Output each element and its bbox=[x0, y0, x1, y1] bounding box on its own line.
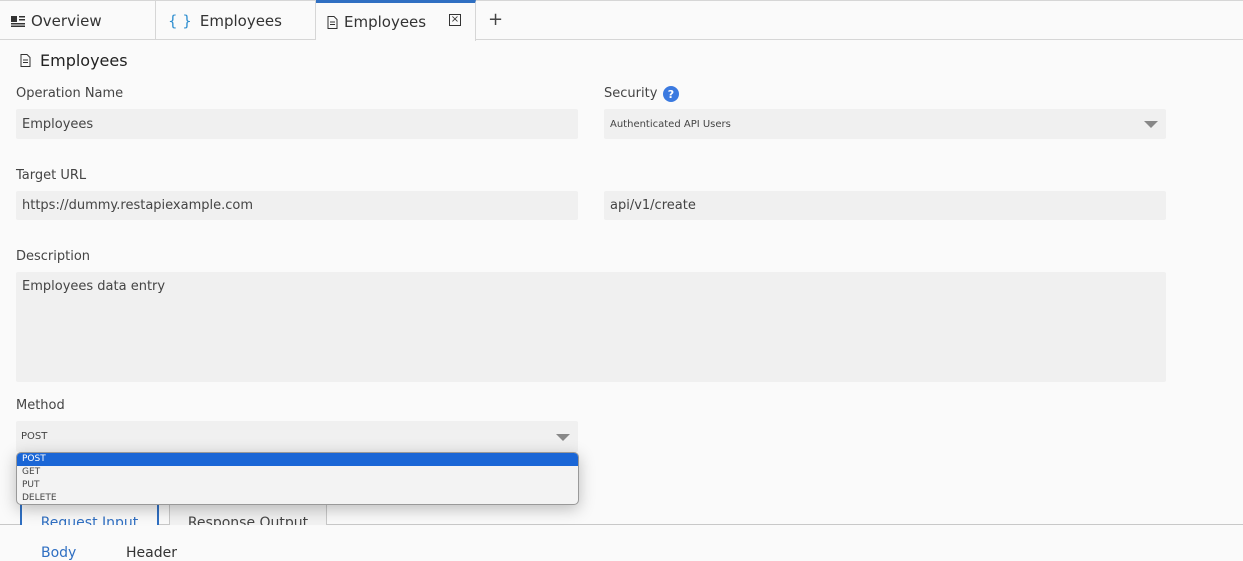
chevron-down-icon bbox=[556, 434, 570, 441]
operation-name-value: Employees bbox=[22, 116, 94, 132]
method-label: Method bbox=[16, 398, 65, 413]
tab-bar: Overview { } Employees Employees × + bbox=[0, 0, 1243, 41]
document-icon bbox=[20, 54, 31, 67]
tab-label: Employees bbox=[344, 13, 427, 31]
tab-label: Overview bbox=[31, 11, 102, 30]
method-dropdown-list: POST GET PUT DELETE bbox=[16, 452, 579, 505]
tab-overview[interactable]: Overview bbox=[0, 1, 156, 40]
tab-label: Employees bbox=[199, 11, 282, 30]
page-title: Employees bbox=[20, 51, 128, 70]
chevron-down-icon bbox=[1144, 121, 1158, 128]
tab-employees-operation[interactable]: Employees × bbox=[316, 0, 476, 41]
tab-label: Response Output bbox=[187, 515, 309, 525]
method-option-put[interactable]: PUT bbox=[17, 479, 578, 492]
target-url-label: Target URL bbox=[16, 168, 87, 183]
document-icon bbox=[327, 15, 338, 29]
method-option-delete[interactable]: DELETE bbox=[17, 492, 578, 504]
security-value: Authenticated API Users bbox=[610, 118, 731, 130]
section-tabs: Request Input Response Output bbox=[0, 503, 1243, 525]
description-textarea[interactable]: Employees data entry bbox=[16, 272, 1166, 382]
description-value: Employees data entry bbox=[22, 279, 166, 294]
security-select[interactable]: Authenticated API Users bbox=[604, 109, 1166, 139]
security-label: Security bbox=[604, 86, 658, 101]
overview-icon bbox=[11, 15, 25, 27]
page-title-text: Employees bbox=[40, 51, 128, 70]
operation-name-input[interactable]: Employees bbox=[16, 109, 578, 139]
tab-response-output[interactable]: Response Output bbox=[169, 503, 327, 525]
add-tab-icon[interactable]: + bbox=[488, 9, 503, 30]
braces-icon: { } bbox=[168, 11, 192, 30]
tab-header[interactable]: Header bbox=[126, 545, 177, 561]
close-icon[interactable]: × bbox=[449, 14, 461, 26]
target-url-path-input[interactable]: api/v1/create bbox=[604, 191, 1166, 220]
tab-body[interactable]: Body bbox=[41, 545, 76, 561]
description-label: Description bbox=[16, 249, 91, 264]
target-url-base-value: https://dummy.restapiexample.com bbox=[22, 198, 253, 213]
method-select[interactable]: POST bbox=[16, 421, 578, 452]
method-option-get[interactable]: GET bbox=[17, 466, 578, 479]
target-url-path-value: api/v1/create bbox=[610, 198, 696, 213]
tab-employees-schema[interactable]: { } Employees bbox=[156, 1, 316, 40]
tab-label: Request Input bbox=[40, 515, 139, 525]
method-option-post[interactable]: POST bbox=[17, 453, 578, 466]
method-value: POST bbox=[21, 431, 48, 442]
help-icon[interactable]: ? bbox=[663, 86, 679, 102]
operation-name-label: Operation Name bbox=[16, 86, 124, 101]
target-url-base-input[interactable]: https://dummy.restapiexample.com bbox=[16, 191, 578, 220]
tab-request-input[interactable]: Request Input bbox=[20, 503, 159, 525]
